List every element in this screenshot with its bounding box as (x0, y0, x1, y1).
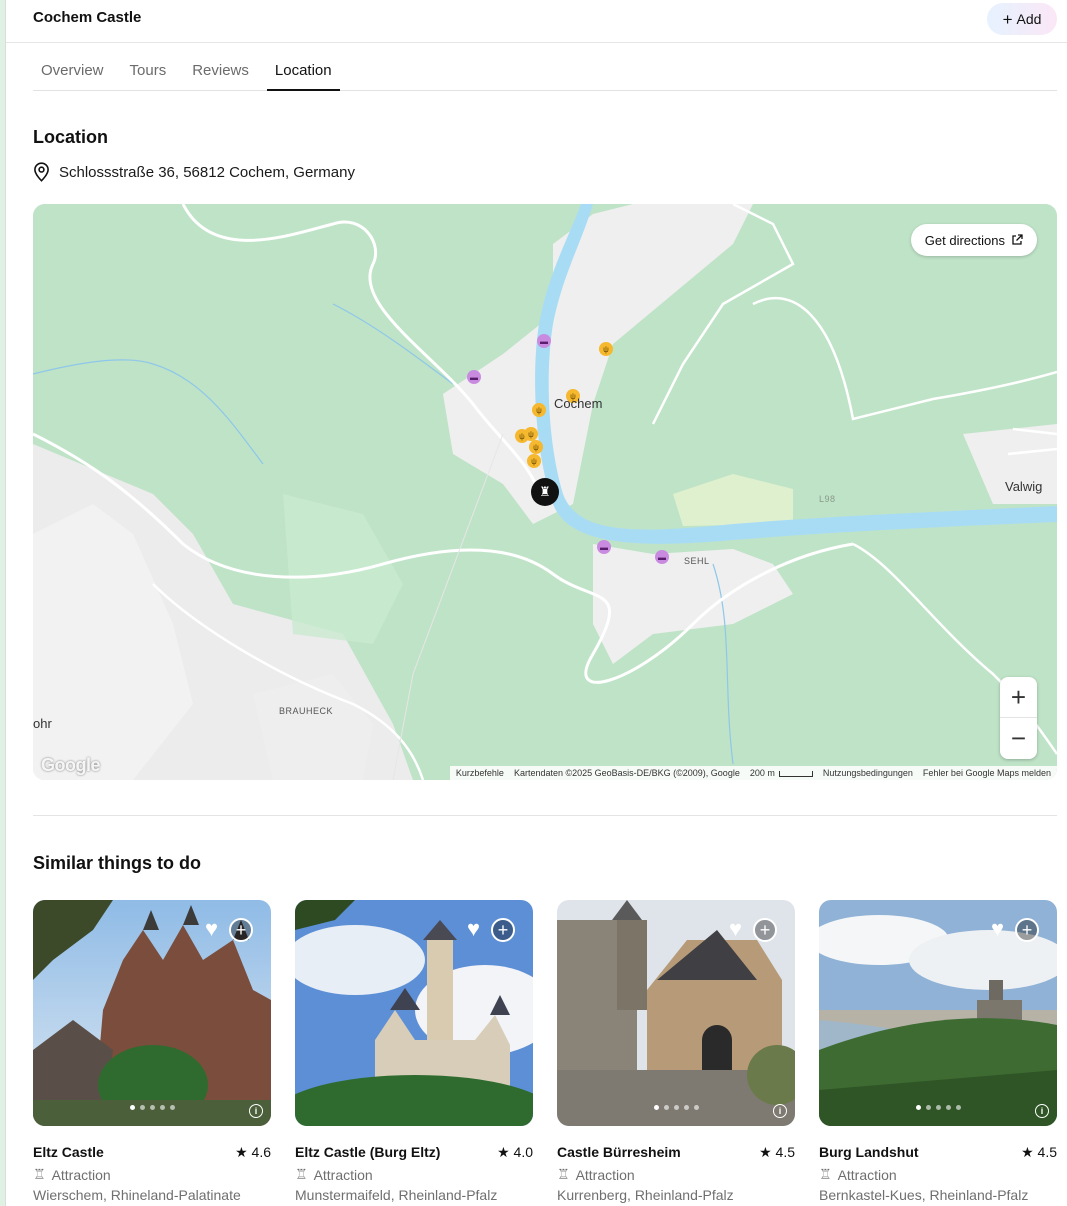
map-scale[interactable]: 200 m (750, 768, 813, 778)
add-label: Add (1016, 11, 1042, 27)
card-title: Eltz Castle (Burg Eltz) (295, 1144, 441, 1160)
zoom-in-button[interactable]: + (1000, 677, 1037, 718)
zoom-out-button[interactable]: − (1000, 718, 1037, 759)
add-to-trip-icon[interactable]: + (1015, 918, 1039, 942)
tab-reviews[interactable]: Reviews (184, 52, 257, 91)
card-title: Burg Landshut (819, 1144, 919, 1160)
card-photo[interactable]: ♥ + (295, 900, 533, 1126)
card-rating: ★ 4.0 (497, 1144, 533, 1160)
card-type: ♖ Attraction (295, 1166, 373, 1183)
info-icon[interactable]: i (1035, 1104, 1049, 1118)
zoom-controls: + − (1000, 677, 1037, 759)
keyboard-shortcuts-link[interactable]: Kurzbefehle (456, 768, 504, 778)
location-heading: Location (33, 127, 108, 147)
heart-icon[interactable]: ♥ (729, 918, 753, 940)
hotel-marker[interactable]: ▬ (537, 334, 551, 348)
card-location: Munstermaifeld, Rheinland-Pfalz (295, 1187, 498, 1203)
map-label-ohr: ohr (33, 716, 52, 731)
get-directions-button[interactable]: Get directions (910, 224, 1037, 256)
info-icon[interactable]: i (249, 1104, 263, 1118)
restaurant-marker[interactable]: ψ (532, 403, 546, 417)
attraction-card[interactable]: ♥ + i Eltz Castle ★ 4.6 ♖ Attraction Wier… (33, 900, 271, 1203)
page-title: Cochem Castle (33, 9, 142, 26)
report-error-link[interactable]: Fehler bei Google Maps melden (923, 768, 1051, 778)
map-label-brauheck: BRAUHECK (279, 706, 334, 716)
card-type: ♖ Attraction (819, 1166, 897, 1183)
attraction-card[interactable]: ♥ + Eltz Castle (Burg Eltz) ★ 4.0 ♖ Attra… (295, 900, 533, 1203)
heart-icon[interactable]: ♥ (467, 918, 491, 940)
top-bar: Cochem Castle + Add (6, 0, 1067, 43)
location-pin-icon (34, 162, 49, 182)
card-photo[interactable]: ♥ + i (819, 900, 1057, 1126)
terms-link[interactable]: Nutzungsbedingungen (823, 768, 913, 778)
castle-icon: ♖ (33, 1166, 46, 1182)
carousel-dots[interactable] (557, 1105, 795, 1110)
add-to-trip-icon[interactable]: + (491, 918, 515, 942)
map-label-cochem: Cochem (554, 396, 603, 411)
map-road-label: L98 (819, 494, 836, 504)
castle-marker-icon[interactable]: ♜ (531, 478, 559, 506)
attraction-card[interactable]: ♥ + i Burg Landshut ★ 4.5 ♖ Attraction Be… (819, 900, 1057, 1203)
external-link-icon (1012, 234, 1023, 245)
add-to-trip-icon[interactable]: + (753, 918, 777, 942)
get-directions-label: Get directions (924, 232, 1005, 248)
card-location: Wierschem, Rhineland-Palatinate (33, 1187, 241, 1203)
section-divider (33, 815, 1057, 816)
similar-cards-list: ♥ + i Eltz Castle ★ 4.6 ♖ Attraction Wier… (33, 900, 1057, 1203)
map-label-valwig: Valwig (1005, 479, 1043, 494)
left-map-edge (0, 0, 6, 1206)
card-title: Eltz Castle (33, 1144, 104, 1160)
castle-icon: ♖ (295, 1166, 308, 1182)
castle-icon: ♖ (819, 1166, 832, 1182)
heart-icon[interactable]: ♥ (991, 918, 1015, 940)
map-attribution: Kurzbefehle Kartendaten ©2025 GeoBasis-D… (449, 766, 1057, 780)
map-label-sehl: SEHL (684, 556, 710, 566)
map-copyright: Kartendaten ©2025 GeoBasis-DE/BKG (©2009… (513, 768, 740, 778)
attraction-card[interactable]: ♥ + i Castle Bürresheim ★ 4.5 ♖ Attractio… (557, 900, 795, 1203)
restaurant-marker[interactable]: ψ (599, 342, 613, 356)
card-type: ♖ Attraction (33, 1166, 111, 1183)
card-type: ♖ Attraction (557, 1166, 635, 1183)
hotel-marker[interactable]: ▬ (467, 370, 481, 384)
hotel-marker[interactable]: ▬ (655, 550, 669, 564)
tab-overview[interactable]: Overview (33, 52, 112, 91)
tab-bar: Overview Tours Reviews Location (33, 52, 1057, 91)
card-photo[interactable]: ♥ + i (557, 900, 795, 1126)
card-rating: ★ 4.6 (235, 1144, 271, 1160)
add-to-trip-icon[interactable]: + (229, 918, 253, 942)
plus-icon: + (1002, 9, 1013, 29)
google-logo: Google (41, 755, 101, 775)
card-rating: ★ 4.5 (759, 1144, 795, 1160)
restaurant-marker[interactable]: ψ (524, 427, 538, 441)
carousel-dots[interactable] (819, 1105, 1057, 1110)
card-location: Kurrenberg, Rheinland-Pfalz (557, 1187, 734, 1203)
similar-heading: Similar things to do (33, 853, 202, 873)
info-icon[interactable]: i (773, 1104, 787, 1118)
card-location: Bernkastel-Kues, Rheinland-Pfalz (819, 1187, 1029, 1203)
tab-tours[interactable]: Tours (122, 52, 175, 91)
card-rating: ★ 4.5 (1021, 1144, 1057, 1160)
heart-icon[interactable]: ♥ (205, 918, 229, 940)
castle-icon: ♖ (557, 1166, 570, 1182)
restaurant-marker[interactable]: ψ (527, 454, 541, 468)
card-photo[interactable]: ♥ + i (33, 900, 271, 1126)
carousel-dots[interactable] (33, 1105, 271, 1110)
add-button[interactable]: + Add (987, 3, 1057, 35)
card-title: Castle Bürresheim (557, 1144, 681, 1160)
restaurant-marker[interactable]: ψ (529, 440, 543, 454)
hotel-marker[interactable]: ▬ (597, 540, 611, 554)
address-text: Schlossstraße 36, 56812 Cochem, Germany (59, 163, 355, 181)
tab-location[interactable]: Location (266, 52, 340, 91)
map[interactable]: ▬ ▬ ψ ψ ψ ψ ψ ψ ψ ▬ ▬ ♜ Cochem Valwig SE… (33, 204, 1057, 780)
address-line: Schlossstraße 36, 56812 Cochem, Germany (33, 162, 355, 182)
